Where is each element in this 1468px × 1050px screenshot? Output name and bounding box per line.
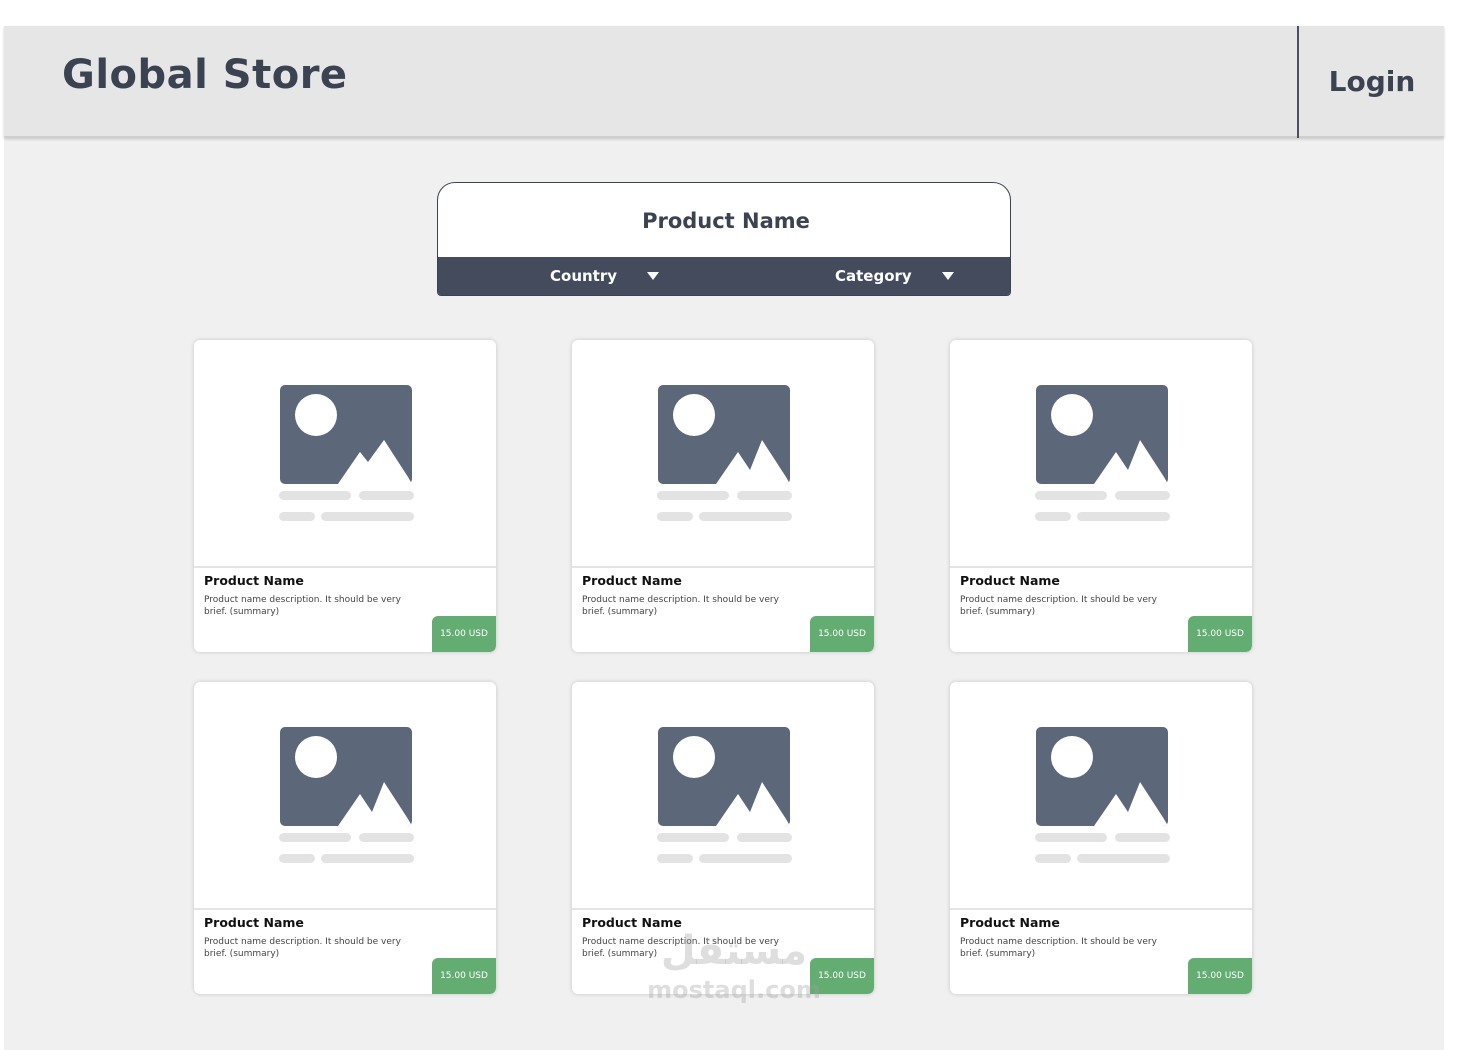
- price-badge: 15.00 USD: [810, 958, 874, 994]
- product-card[interactable]: Product Name Product name description. I…: [194, 682, 496, 994]
- product-name: Product Name: [582, 915, 682, 930]
- product-name: Product Name: [582, 573, 682, 588]
- product-image-area: [194, 340, 496, 568]
- brand-logo[interactable]: Global Store: [62, 52, 348, 98]
- product-name: Product Name: [204, 573, 304, 588]
- product-description: Product name description. It should be v…: [204, 595, 401, 617]
- search-panel: Country Category: [437, 182, 1011, 296]
- price-badge: 15.00 USD: [432, 616, 496, 652]
- product-description: Product name description. It should be v…: [204, 937, 401, 959]
- filter-bar: Country Category: [438, 257, 1010, 295]
- product-image-area: [950, 682, 1252, 910]
- product-description: Product name description. It should be v…: [960, 595, 1157, 617]
- price-badge: 15.00 USD: [1188, 958, 1252, 994]
- top-header: Global Store Login: [4, 26, 1444, 138]
- product-description: Product name description. It should be v…: [582, 595, 779, 617]
- image-placeholder-icon: [280, 727, 412, 826]
- product-image-area: [194, 682, 496, 910]
- product-card[interactable]: Product Name Product name description. I…: [572, 340, 874, 652]
- image-placeholder-icon: [280, 385, 412, 484]
- price-badge: 15.00 USD: [432, 958, 496, 994]
- product-card[interactable]: Product Name Product name description. I…: [194, 340, 496, 652]
- product-search-input[interactable]: [438, 183, 1010, 259]
- country-dropdown-label: Country: [550, 267, 618, 285]
- image-placeholder-icon: [658, 385, 790, 484]
- product-image-area: [572, 682, 874, 910]
- login-button[interactable]: Login: [1300, 26, 1444, 136]
- product-description: Product name description. It should be v…: [960, 937, 1157, 959]
- product-image-area: [950, 340, 1252, 568]
- product-image-area: [572, 340, 874, 568]
- image-placeholder-icon: [658, 727, 790, 826]
- app-frame: Global Store Login Country Category: [4, 26, 1444, 1050]
- product-description: Product name description. It should be v…: [582, 937, 779, 959]
- product-card[interactable]: Product Name Product name description. I…: [950, 340, 1252, 652]
- country-dropdown[interactable]: Country: [550, 257, 660, 295]
- product-name: Product Name: [960, 915, 1060, 930]
- product-card[interactable]: Product Name Product name description. I…: [950, 682, 1252, 994]
- category-dropdown[interactable]: Category: [835, 257, 954, 295]
- price-badge: 15.00 USD: [810, 616, 874, 652]
- caret-down-icon: [941, 272, 954, 280]
- image-placeholder-icon: [1036, 385, 1168, 484]
- caret-down-icon: [647, 272, 660, 280]
- image-placeholder-icon: [1036, 727, 1168, 826]
- price-badge: 15.00 USD: [1188, 616, 1252, 652]
- product-name: Product Name: [960, 573, 1060, 588]
- header-divider: [1297, 26, 1299, 138]
- product-card[interactable]: Product Name Product name description. I…: [572, 682, 874, 994]
- product-name: Product Name: [204, 915, 304, 930]
- category-dropdown-label: Category: [835, 267, 912, 285]
